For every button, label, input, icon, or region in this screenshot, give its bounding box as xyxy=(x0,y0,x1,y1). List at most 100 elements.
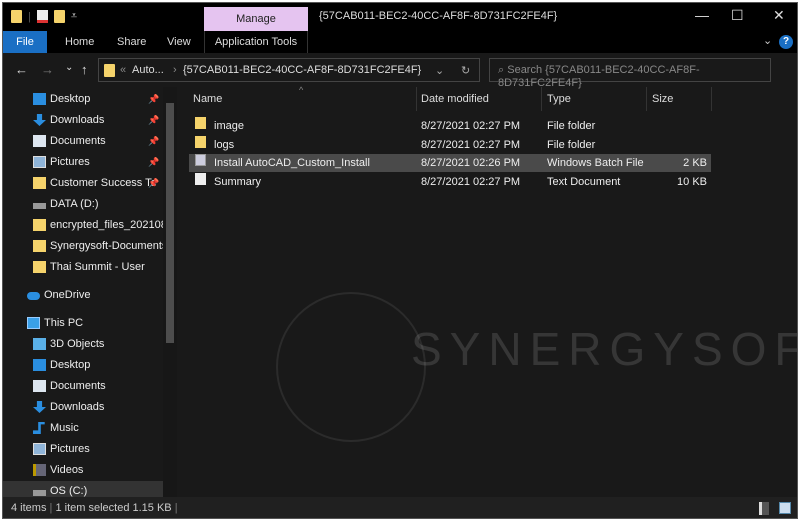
sidebar-item[interactable]: Pictures 📌 xyxy=(3,152,163,173)
folder-icon xyxy=(33,177,46,189)
up-button[interactable]: ↑ xyxy=(81,62,88,77)
column-header-type[interactable]: Type xyxy=(547,93,571,105)
column-header-name[interactable]: Name xyxy=(193,93,222,105)
minimize-button[interactable]: — xyxy=(695,7,709,23)
folder-icon[interactable] xyxy=(11,10,22,23)
sidebar-item[interactable]: Downloads xyxy=(3,397,163,418)
sidebar-item-label: OS (C:) xyxy=(50,485,88,497)
refresh-icon[interactable]: ↻ xyxy=(461,64,470,77)
tab-view[interactable]: View xyxy=(157,31,201,53)
address-dropdown-icon[interactable]: ⌄ xyxy=(435,64,444,77)
file-type: Text Document xyxy=(547,175,621,188)
title-bar: | ⩡ Manage {57CAB011-BEC2-40CC-AF8F-8D73… xyxy=(3,3,797,31)
file-row[interactable]: Summary 8/27/2021 02:27 PM Text Document 10… xyxy=(189,172,711,191)
item-count: 4 items xyxy=(11,502,47,514)
file-row[interactable]: logs 8/27/2021 02:27 PM File folder xyxy=(189,135,711,154)
search-input[interactable]: ⌕ Search {57CAB011-BEC2-40CC-AF8F-8D731F… xyxy=(489,58,771,89)
folder-icon xyxy=(195,117,206,129)
quick-access-toolbar: | ⩡ xyxy=(11,10,77,23)
sidebar-item[interactable]: Documents 📌 xyxy=(3,131,163,152)
drive-icon xyxy=(33,490,46,496)
sidebar-item[interactable]: Documents xyxy=(3,376,163,397)
sidebar-item-label: Desktop xyxy=(50,359,91,371)
sidebar-item-label: Downloads xyxy=(50,114,105,126)
batch-file-icon xyxy=(195,154,206,166)
customize-toolbar-icon[interactable]: ⩡ xyxy=(71,10,77,23)
breadcrumb-current[interactable]: {57CAB011-BEC2-40CC-AF8F-8D731FC2FE4F} xyxy=(183,64,421,76)
sort-ascending-icon: ^ xyxy=(299,85,304,95)
forward-button[interactable]: → xyxy=(41,62,54,77)
sidebar-item[interactable]: OneDrive xyxy=(3,285,163,306)
file-type: File folder xyxy=(547,120,596,132)
pin-icon: 📌 xyxy=(148,136,160,146)
sidebar-item[interactable]: Thai Summit - User xyxy=(3,257,163,278)
address-bar[interactable]: « Auto... › {57CAB011-BEC2-40CC-AF8F-8D7… xyxy=(98,58,480,82)
expand-ribbon-icon[interactable]: ⌄ xyxy=(763,34,772,47)
tab-file[interactable]: File xyxy=(3,31,47,53)
sidebar-item[interactable]: Videos xyxy=(3,460,163,481)
sidebar-item-label: OneDrive xyxy=(44,289,91,301)
sidebar-item[interactable]: Music xyxy=(3,418,163,439)
cloud-icon xyxy=(27,292,40,300)
sidebar-item[interactable]: Synergysoft-Documents xyxy=(3,236,163,257)
sidebar-item[interactable]: Downloads 📌 xyxy=(3,110,163,131)
recent-locations-button[interactable]: ⌄ xyxy=(65,62,73,73)
sidebar-item[interactable]: Pictures xyxy=(3,439,163,460)
status-bar: 4 items | 1 item selected 1.15 KB | xyxy=(3,497,797,518)
sidebar-item[interactable]: DATA (D:) xyxy=(3,194,163,215)
file-row[interactable]: Install AutoCAD_Custom_Install 8/27/2021 … xyxy=(189,154,711,172)
window-title: {57CAB011-BEC2-40CC-AF8F-8D731FC2FE4F} xyxy=(319,10,558,22)
drive-icon xyxy=(33,203,46,209)
details-view-button[interactable] xyxy=(759,502,769,515)
navigation-bar: ← → ⌄ ↑ « Auto... › {57CAB011-BEC2-40CC-… xyxy=(3,53,797,89)
file-row[interactable]: image 8/27/2021 02:27 PM File folder xyxy=(189,117,711,135)
file-name: logs xyxy=(214,138,235,151)
text-file-icon xyxy=(195,172,206,185)
sidebar-item-label: Videos xyxy=(50,464,84,476)
tab-home[interactable]: Home xyxy=(55,31,104,53)
properties-icon[interactable] xyxy=(36,10,48,23)
column-header-date[interactable]: Date modified xyxy=(421,93,489,105)
download-icon xyxy=(33,114,46,126)
manage-context-tab[interactable]: Manage xyxy=(204,7,308,31)
column-header-size[interactable]: Size xyxy=(652,93,673,105)
sidebar-item-label: Synergysoft-Documents xyxy=(50,240,163,252)
documents-icon xyxy=(33,380,46,392)
sidebar-item-label: Music xyxy=(50,422,79,434)
scrollbar-thumb[interactable] xyxy=(166,103,174,343)
pictures-icon xyxy=(33,443,46,455)
sidebar-item[interactable]: Desktop 📌 xyxy=(3,89,163,110)
file-size: 2 KB xyxy=(683,157,707,169)
maximize-button[interactable]: ☐ xyxy=(731,7,744,24)
breadcrumb-parent[interactable]: Auto... xyxy=(132,64,164,76)
close-button[interactable]: ✕ xyxy=(773,7,785,24)
desktop-icon xyxy=(33,359,46,371)
sidebar-item[interactable]: Desktop xyxy=(3,355,163,376)
sidebar-item[interactable]: encrypted_files_2021080 xyxy=(3,215,163,236)
tab-application-tools[interactable]: Application Tools xyxy=(204,31,308,53)
sidebar-item[interactable]: Customer Success Te 📌 xyxy=(3,173,163,194)
sidebar-item[interactable]: This PC xyxy=(3,313,163,334)
sidebar-item-label: This PC xyxy=(44,317,84,329)
large-icons-view-button[interactable] xyxy=(779,502,791,514)
file-name: Install AutoCAD_Custom_Install xyxy=(214,157,370,169)
file-date: 8/27/2021 02:27 PM xyxy=(421,175,521,188)
watermark: SYNERGYSOFT xyxy=(411,323,797,375)
pc-icon xyxy=(27,317,40,329)
sidebar-scrollbar[interactable] xyxy=(163,87,177,497)
pin-icon: 📌 xyxy=(148,115,160,125)
sidebar-item[interactable]: 3D Objects xyxy=(3,334,163,355)
tab-share[interactable]: Share xyxy=(107,31,156,53)
explorer-window: | ⩡ Manage {57CAB011-BEC2-40CC-AF8F-8D73… xyxy=(2,2,798,519)
back-button[interactable]: ← xyxy=(15,62,28,77)
sidebar-item-label: Documents xyxy=(50,380,106,392)
folder-icon xyxy=(33,240,46,252)
videos-icon xyxy=(33,464,46,476)
folder-icon xyxy=(104,64,115,77)
documents-icon xyxy=(33,135,46,147)
file-date: 8/27/2021 02:26 PM xyxy=(421,157,521,169)
navigation-pane: Desktop 📌 Downloads 📌 Documents 📌 Pictures 📌 Cus… xyxy=(3,87,178,502)
new-folder-icon[interactable] xyxy=(53,10,65,23)
pin-icon: 📌 xyxy=(148,94,160,104)
help-icon[interactable]: ? xyxy=(779,35,793,49)
